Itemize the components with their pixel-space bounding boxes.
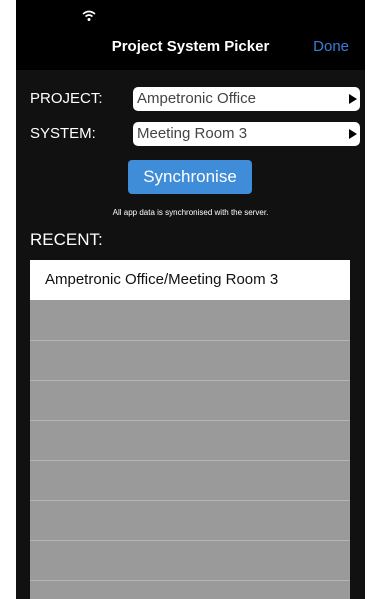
empty-row bbox=[30, 501, 350, 541]
recent-list: Ampetronic Office/Meeting Room 3 bbox=[30, 260, 350, 599]
system-row: SYSTEM: Meeting Room 3 bbox=[30, 122, 360, 148]
sync-note: All app data is synchronised with the se… bbox=[112, 208, 269, 217]
empty-row bbox=[30, 461, 350, 501]
project-value: Ampetronic Office bbox=[137, 90, 256, 107]
system-value: Meeting Room 3 bbox=[137, 125, 248, 142]
system-picker[interactable]: Meeting Room 3 bbox=[133, 122, 360, 146]
synchronise-button[interactable]: Synchronise bbox=[128, 160, 252, 194]
empty-row bbox=[30, 341, 350, 381]
status-bar bbox=[16, 0, 365, 26]
list-item[interactable]: Ampetronic Office/Meeting Room 3 bbox=[30, 260, 350, 300]
empty-row bbox=[30, 381, 350, 421]
project-picker[interactable]: Ampetronic Office bbox=[133, 87, 360, 111]
done-button[interactable]: Done bbox=[313, 38, 349, 55]
chevron-right-icon bbox=[349, 129, 357, 139]
project-row: PROJECT: Ampetronic Office bbox=[30, 87, 360, 113]
main-content: PROJECT: Ampetronic Office SYSTEM: Meeti… bbox=[16, 70, 365, 599]
system-label: SYSTEM: bbox=[30, 125, 96, 142]
chevron-right-icon bbox=[349, 94, 357, 104]
empty-row bbox=[30, 300, 350, 341]
project-label: PROJECT: bbox=[30, 90, 103, 107]
phone-screen: Project System Picker Done PROJECT: Ampe… bbox=[16, 0, 365, 599]
empty-row bbox=[30, 421, 350, 461]
recent-heading: RECENT: bbox=[30, 230, 103, 249]
wifi-icon bbox=[82, 10, 96, 21]
empty-row bbox=[30, 541, 350, 581]
